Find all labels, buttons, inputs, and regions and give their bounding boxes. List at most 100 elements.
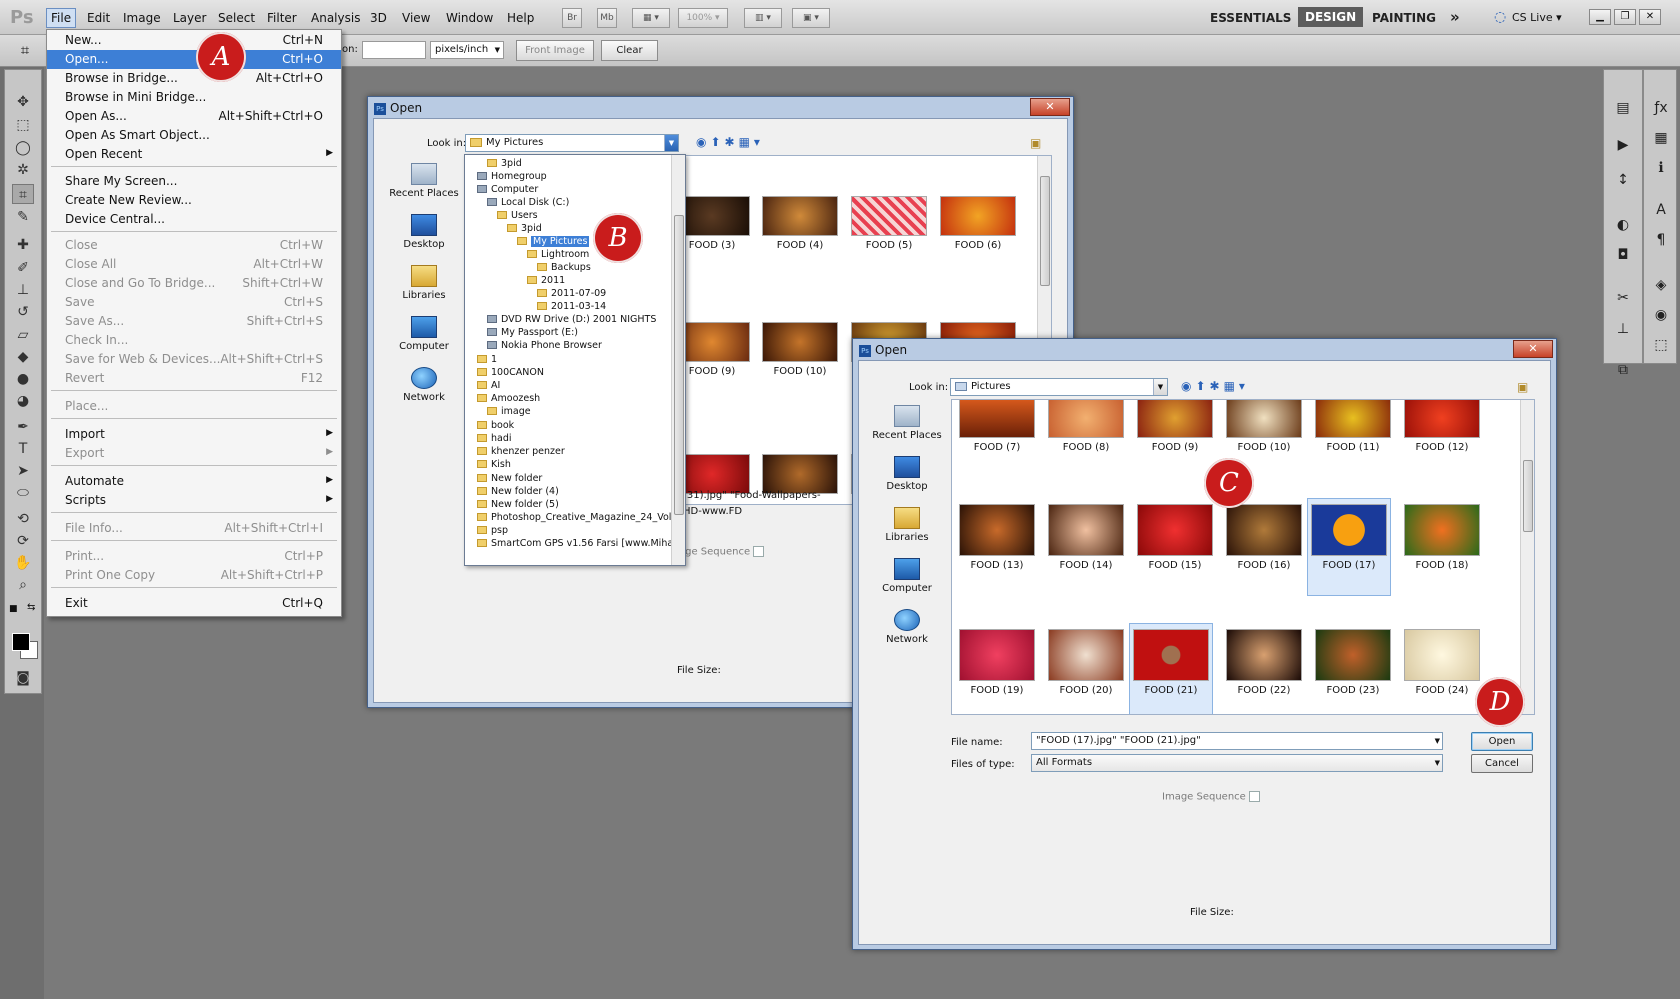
place-desktop[interactable]: Desktop <box>385 214 463 250</box>
launch-bridge-button[interactable]: Br <box>562 8 582 28</box>
menu-image[interactable]: Image <box>123 11 161 25</box>
character-panel-icon[interactable]: A <box>1650 200 1672 220</box>
pen-tool-icon[interactable]: ✒ <box>12 417 34 437</box>
tree-scrollbar[interactable] <box>671 155 685 565</box>
eraser-tool-icon[interactable]: ▱ <box>12 325 34 345</box>
menu-item-browse-bridge[interactable]: Browse in Bridge... Alt+Ctrl+O <box>47 69 341 88</box>
workspace-painting[interactable]: PAINTING <box>1372 11 1436 25</box>
view-extras-button[interactable]: ▦ ▾ <box>632 8 670 28</box>
tree-node[interactable]: New folder (4) <box>477 485 559 498</box>
menu-layer[interactable]: Layer <box>173 11 206 25</box>
hand-tool-icon[interactable]: ✋ <box>12 553 34 573</box>
screen-mode-button[interactable]: ▣ ▾ <box>792 8 830 28</box>
file-thumb[interactable]: FOOD (15) <box>1133 504 1217 571</box>
zoom-level-dropdown[interactable]: 100% ▾ <box>678 8 728 28</box>
tree-node-selected[interactable]: My Pictures <box>517 235 590 248</box>
tree-node[interactable]: Lightroom <box>527 248 589 261</box>
tree-node[interactable]: SmartCom GPS v1.56 Farsi [www.MihanDow <box>477 537 685 550</box>
tree-node[interactable]: 100CANON <box>477 366 544 379</box>
file-thumb[interactable]: FOOD (22) <box>1222 629 1306 696</box>
menu-item-open-recent[interactable]: Open Recent ▶ <box>47 145 341 164</box>
place-computer[interactable]: Computer <box>868 558 946 594</box>
menu-window[interactable]: Window <box>446 11 493 25</box>
type-tool-icon[interactable]: T <box>12 439 34 459</box>
place-libraries[interactable]: Libraries <box>868 507 946 543</box>
file-thumb[interactable]: FOOD (9) <box>678 322 754 377</box>
launch-mini-bridge-button[interactable]: Mb <box>597 8 617 28</box>
menu-filter[interactable]: Filter <box>267 11 297 25</box>
menu-item-open[interactable]: Open... Ctrl+O <box>47 50 341 69</box>
quick-selection-tool-icon[interactable]: ✲ <box>12 160 34 180</box>
menu-item-place[interactable]: Place... <box>47 397 341 416</box>
tree-node[interactable]: 2011-07-09 <box>537 287 606 300</box>
brush-tool-icon[interactable]: ✐ <box>12 258 34 278</box>
file-thumb[interactable]: FOOD (10) <box>1222 400 1306 453</box>
tree-node[interactable]: 3pid <box>507 222 542 235</box>
adjustments-panel-icon[interactable]: ◐ <box>1612 215 1634 235</box>
menu-item-print-one-copy[interactable]: Print One Copy Alt+Shift+Ctrl+P <box>47 566 341 585</box>
menu-item-open-smart-object[interactable]: Open As Smart Object... <box>47 126 341 145</box>
place-network[interactable]: Network <box>868 609 946 645</box>
file-thumb[interactable]: FOOD (4) <box>758 196 842 251</box>
crop-tool-preset-icon[interactable]: ⌗ <box>12 41 38 61</box>
tree-node[interactable]: 3pid <box>487 157 522 170</box>
menu-analysis[interactable]: Analysis <box>311 11 360 25</box>
menu-item-scripts[interactable]: Scripts ▶ <box>47 491 341 510</box>
menu-item-close-go-bridge[interactable]: Close and Go To Bridge... Shift+Ctrl+W <box>47 274 341 293</box>
styles-panel-icon[interactable]: ƒx <box>1650 98 1672 118</box>
animation-panel-icon[interactable]: ▶ <box>1612 135 1634 155</box>
resolution-units-select[interactable]: pixels/inch ▼ <box>430 41 504 59</box>
file-thumb[interactable]: FOOD (12) <box>1400 400 1484 453</box>
file-thumb[interactable]: FOOD (7) <box>955 400 1039 453</box>
menu-item-check-in[interactable]: Check In... <box>47 331 341 350</box>
image-sequence-checkbox[interactable]: Image Sequence <box>1162 791 1260 803</box>
chevron-down-icon[interactable]: ▼ <box>664 135 678 151</box>
menu-item-automate[interactable]: Automate ▶ <box>47 472 341 491</box>
place-network[interactable]: Network <box>385 367 463 403</box>
file-thumb[interactable]: FOOD (3) <box>678 196 754 251</box>
menu-item-share-screen[interactable]: Share My Screen... <box>47 172 341 191</box>
menu-item-save-as[interactable]: Save As... Shift+Ctrl+S <box>47 312 341 331</box>
nav-icons[interactable]: ◉⬆✱▦▾ <box>696 135 764 149</box>
dialog-close-button[interactable]: ✕ <box>1030 98 1070 116</box>
menu-item-file-info[interactable]: File Info... Alt+Shift+Ctrl+I <box>47 519 341 538</box>
menu-item-revert[interactable]: Revert F12 <box>47 369 341 388</box>
tree-node[interactable]: hadi <box>477 432 512 445</box>
tree-node[interactable]: 2011-03-14 <box>537 300 606 313</box>
clone-stamp-tool-icon[interactable]: ⊥ <box>12 280 34 300</box>
paint-bucket-tool-icon[interactable]: ◆ <box>12 347 34 367</box>
tree-node[interactable]: Users <box>497 209 538 222</box>
place-recent[interactable]: Recent Places <box>385 163 463 199</box>
file-list-scrollbar[interactable] <box>1520 400 1534 714</box>
dodge-tool-icon[interactable]: ◕ <box>12 391 34 411</box>
place-recent[interactable]: Recent Places <box>868 405 946 441</box>
tree-node[interactable]: Kish <box>477 458 511 471</box>
look-in-combo[interactable]: Pictures ▼ <box>950 378 1168 396</box>
file-thumb[interactable]: FOOD (9) <box>1133 400 1217 453</box>
minimize-button[interactable]: ▁ <box>1589 9 1611 25</box>
tree-node[interactable]: Photoshop_Creative_Magazine_24_Vol_02_ <box>477 511 685 524</box>
chevron-down-icon[interactable]: ▼ <box>1435 733 1440 749</box>
tree-node[interactable]: New folder (5) <box>477 498 559 511</box>
file-thumb-selected[interactable]: FOOD (17) <box>1307 498 1391 596</box>
tree-node[interactable]: Homegroup <box>477 170 547 183</box>
file-thumb[interactable]: FOOD (10) <box>758 322 842 377</box>
file-thumb[interactable]: FOOD (5) <box>847 196 931 251</box>
zoom-tool-icon[interactable]: ⌕ <box>12 575 34 595</box>
menu-item-new[interactable]: New... Ctrl+N <box>47 31 341 50</box>
paragraph-panel-icon[interactable]: ¶ <box>1650 230 1672 250</box>
menu-item-save[interactable]: Save Ctrl+S <box>47 293 341 312</box>
restore-button[interactable]: ❐ <box>1614 9 1636 25</box>
file-thumb[interactable]: FOOD (19) <box>955 629 1039 696</box>
tree-node[interactable]: DVD RW Drive (D:) 2001 NIGHTS <box>487 313 656 326</box>
3d-panel-icon[interactable]: ◉ <box>1650 305 1672 325</box>
workspace-design[interactable]: DESIGN <box>1298 7 1364 27</box>
chevron-down-icon[interactable]: ▼ <box>1435 755 1440 771</box>
front-image-button[interactable]: Front Image <box>516 40 594 61</box>
tree-node[interactable]: AI <box>477 379 500 392</box>
tree-node[interactable]: Amoozesh <box>477 392 540 405</box>
menu-item-create-review[interactable]: Create New Review... <box>47 191 341 210</box>
file-thumb[interactable]: FOOD (24) <box>1400 629 1484 696</box>
tree-node[interactable]: khenzer penzer <box>477 445 565 458</box>
look-in-combo[interactable]: My Pictures ▼ <box>465 134 679 152</box>
